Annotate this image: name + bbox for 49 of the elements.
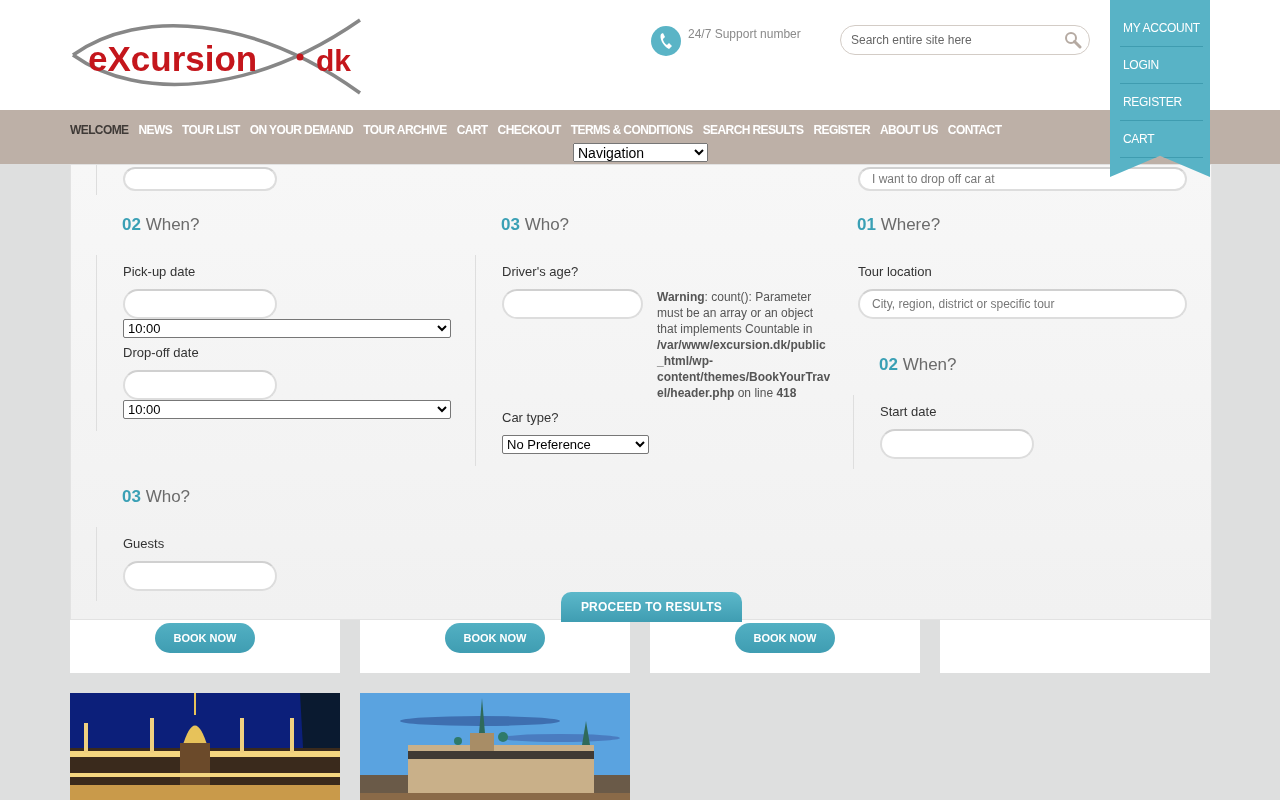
input-field[interactable] <box>880 429 1034 459</box>
nav-link[interactable]: ON YOUR DEMAND <box>249 123 354 137</box>
nav-link[interactable]: NEWS <box>138 123 173 137</box>
input-field[interactable]: I want to drop off car at <box>858 167 1187 191</box>
nav-link[interactable]: TERMS & CONDITIONS <box>570 123 693 137</box>
section-heading: 03 Who? <box>501 215 571 235</box>
warning-message: Warning: count(): Parameter must be an array or an object that implements Countable in /var/www/excursion.dk/public_html/wp-content/themes/BookYourTravel/header.php on line 418 <box>657 289 832 401</box>
field-label: Driver's age? <box>502 263 580 281</box>
select-field[interactable]: No Preference <box>502 435 649 454</box>
phone-icon <box>651 26 681 56</box>
nav-link[interactable]: REGISTER <box>813 123 870 137</box>
nav-link[interactable]: ABOUT US <box>879 123 938 137</box>
search-icon[interactable] <box>1064 31 1082 49</box>
input-field[interactable]: City, region, district or specific tour <box>858 289 1187 319</box>
field-label: Drop-off date <box>123 344 200 362</box>
navigation-select[interactable]: Navigation <box>573 143 708 162</box>
select-field[interactable]: 10:00 <box>123 400 451 419</box>
section-heading: 02 When? <box>879 355 958 375</box>
nav-link[interactable]: CART <box>456 123 488 137</box>
account-link[interactable]: REGISTER <box>1120 84 1203 121</box>
field-label: Car type? <box>502 409 560 427</box>
logo[interactable]: eXcursion dk <box>70 15 362 95</box>
field-label: Guests <box>123 535 166 553</box>
nav-link[interactable]: CHECKOUT <box>497 123 561 137</box>
input-field[interactable] <box>123 561 277 591</box>
book-now-button[interactable]: BOOK NOW <box>735 623 835 653</box>
account-link[interactable]: LOGIN <box>1120 47 1203 84</box>
section-heading: 01 Where? <box>857 215 942 235</box>
proceed-button[interactable]: PROCEED TO RESULTS <box>561 592 742 622</box>
nav-link[interactable]: WELCOME <box>70 123 129 137</box>
input-field[interactable] <box>502 289 643 319</box>
nav-link[interactable]: TOUR ARCHIVE <box>363 123 447 137</box>
input-field[interactable] <box>123 167 277 191</box>
account-link[interactable]: MY ACCOUNT <box>1120 10 1203 47</box>
input-field[interactable] <box>123 289 277 319</box>
book-now-button[interactable]: BOOK NOW <box>155 623 255 653</box>
field-label: Pick-up date <box>123 263 197 281</box>
section-heading: 03 Who? <box>122 487 192 507</box>
nav-link[interactable]: CONTACT <box>947 123 1002 137</box>
section-heading: 02 When? <box>122 215 201 235</box>
field-label: Start date <box>880 403 938 421</box>
select-field[interactable]: 10:00 <box>123 319 451 338</box>
nav-link[interactable]: SEARCH RESULTS <box>702 123 804 137</box>
input-field[interactable] <box>123 370 277 400</box>
nav-link[interactable]: TOUR LIST <box>182 123 240 137</box>
search-field[interactable]: Search entire site here <box>840 25 1090 55</box>
book-now-button[interactable]: BOOK NOW <box>445 623 545 653</box>
support-text: 24/7 Support number <box>688 27 801 41</box>
field-label: Tour location <box>858 263 933 281</box>
